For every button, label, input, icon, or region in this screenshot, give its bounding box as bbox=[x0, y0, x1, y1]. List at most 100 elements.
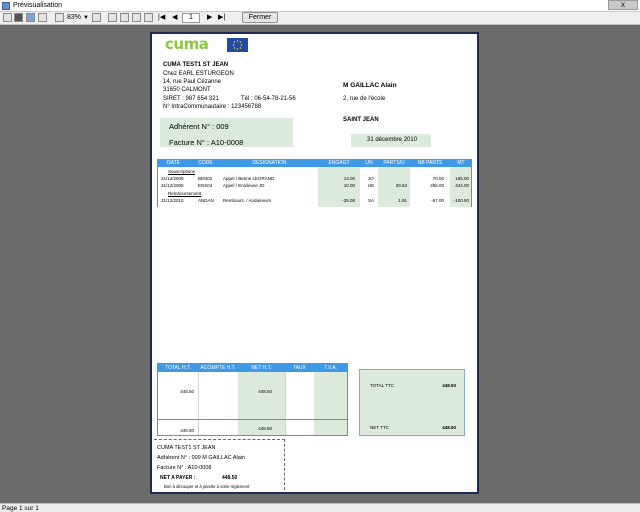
table-left-border bbox=[157, 167, 158, 207]
col-parts-u: PARTS/U bbox=[383, 160, 405, 166]
net-ht-value: 448.50 bbox=[258, 389, 272, 394]
ttc-box: TOTAL TTC 448.50 NET TTC 448.50 bbox=[359, 369, 465, 436]
row-parts-u: 1.91 bbox=[398, 198, 407, 203]
page-number-input[interactable]: 1 bbox=[182, 13, 200, 23]
member-number: Adhérent N° : 009 bbox=[169, 122, 229, 131]
lines-table-header: DATE CODE DESIGNATION ENGAGT UN PARTS/U … bbox=[157, 159, 472, 167]
binoculars-icon[interactable] bbox=[26, 13, 35, 22]
page-info: Page 1 sur 1 bbox=[2, 505, 39, 512]
cuma-logo: cuma bbox=[165, 35, 248, 53]
toolbar: 83% ▼ |◀ ◀ 1 ▶ ▶| Fermer bbox=[0, 12, 640, 25]
footer-total-ht-value: 448.50 bbox=[180, 428, 194, 433]
col-designation: DESIGNATION bbox=[252, 160, 287, 166]
issuer-city: 31650 CALMONT bbox=[163, 87, 211, 93]
issuer-siret: SIRET : 987 654 321 bbox=[163, 96, 219, 102]
row-un: HE bbox=[368, 183, 375, 188]
col-divider bbox=[198, 372, 199, 435]
four-pages-icon[interactable] bbox=[132, 13, 141, 22]
row-nb-parts: 296.00 bbox=[430, 183, 444, 188]
invoice-number: Facture N° : A10-0008 bbox=[169, 138, 244, 147]
prev-page-button[interactable]: ◀ bbox=[172, 13, 177, 23]
issuer-name: CUMA TEST1 ST JEAN bbox=[163, 62, 229, 68]
row-designation: Rembours. / Andaineurs bbox=[223, 198, 272, 203]
col-engagt: ENGAGT bbox=[328, 160, 350, 166]
col-taux: TAUX bbox=[293, 365, 306, 371]
totals-table: TOTAL H.T. ACOMPTE H.T. NET H.T. TAUX T.… bbox=[157, 363, 348, 436]
row-engagt: -35.08 bbox=[342, 198, 355, 203]
window-close-button[interactable]: x bbox=[608, 0, 638, 10]
edit-icon[interactable] bbox=[144, 13, 153, 22]
coupon-net-value: 448.50 bbox=[222, 475, 238, 481]
single-page-icon[interactable] bbox=[108, 13, 117, 22]
title-bar: Prévisualisation x bbox=[0, 0, 640, 12]
status-bar: Page 1 sur 1 bbox=[0, 503, 640, 512]
col-acompte-ht: ACOMPTE H.T. bbox=[200, 365, 236, 371]
date-box: 31 décembre 2010 bbox=[351, 134, 431, 147]
total-ht-value: 448.50 bbox=[180, 389, 194, 394]
issuer-care-of: Chez EARL ESTURGEON bbox=[163, 71, 234, 77]
invoice-page: cuma CUMA TEST1 ST JEAN Chez EARL ESTURG… bbox=[150, 32, 479, 494]
totals-footer-divider bbox=[158, 419, 347, 420]
issuer-vat: N° IntraCommunautaire : 123456788 bbox=[163, 104, 262, 110]
recipient-name: M GAILLAC Alain bbox=[343, 82, 397, 89]
totals-header: TOTAL H.T. ACOMPTE H.T. NET H.T. TAUX T.… bbox=[158, 364, 347, 372]
eu-flag-icon bbox=[227, 38, 248, 52]
total-ttc-label: TOTAL TTC bbox=[370, 383, 394, 388]
coupon-note: Bon à découper et à joindre à votre règl… bbox=[164, 484, 250, 489]
row-code: BEN02 bbox=[198, 176, 213, 181]
row-un: JO bbox=[368, 176, 374, 181]
two-pages-icon[interactable] bbox=[120, 13, 129, 22]
logo-text: cuma bbox=[165, 35, 209, 53]
recipient-street: 2, rue de l'école bbox=[343, 96, 386, 102]
net-ttc-label: NET TTC bbox=[370, 425, 389, 430]
col-date: DATE bbox=[167, 160, 180, 166]
issuer-street: 14, rue Paul Cézanne bbox=[163, 79, 222, 85]
row-code: ENS04 bbox=[198, 183, 213, 188]
first-page-button[interactable]: |◀ bbox=[158, 13, 165, 23]
row-engagt: 14.00 bbox=[343, 176, 355, 181]
row-date: 31/12/2010 bbox=[161, 198, 184, 203]
col-total-ht: TOTAL H.T. bbox=[165, 365, 191, 371]
window-title: Prévisualisation bbox=[13, 2, 63, 9]
row-designation: Appel / Ensileuse JD bbox=[223, 183, 265, 188]
row-un: SA bbox=[368, 198, 375, 203]
row-mt: 105.00 bbox=[455, 176, 469, 181]
coupon-member: Adhérent N° : 009 M GAILLAC Alain bbox=[157, 455, 246, 461]
print-icon[interactable] bbox=[3, 13, 12, 22]
tva-column-shade bbox=[314, 372, 347, 435]
next-page-button[interactable]: ▶ bbox=[207, 13, 212, 23]
net-ttc-value: 448.50 bbox=[442, 425, 456, 430]
member-box: Adhérent N° : 009 Facture N° : A10-0008 bbox=[160, 118, 293, 147]
open-icon[interactable] bbox=[38, 13, 47, 22]
footer-net-ht-value: 448.50 bbox=[258, 426, 272, 431]
issuer-phone: Tél : 06-54-78-21-56 bbox=[241, 96, 296, 102]
app-icon bbox=[2, 2, 10, 10]
last-page-button[interactable]: ▶| bbox=[218, 13, 225, 23]
col-divider bbox=[285, 372, 286, 435]
zoom-in-icon[interactable] bbox=[55, 13, 64, 22]
section-title: Souscriptions bbox=[168, 169, 196, 174]
row-engagt: 10.00 bbox=[343, 183, 355, 188]
col-mt: MT bbox=[457, 160, 465, 166]
table-right-border bbox=[471, 167, 472, 207]
row-nb-parts: -67.00 bbox=[431, 198, 444, 203]
coupon-net-label: NET A PAYER : bbox=[160, 475, 196, 481]
close-button[interactable]: Fermer bbox=[242, 12, 278, 23]
row-mt: 444.00 bbox=[455, 183, 469, 188]
col-code: CODE bbox=[198, 160, 213, 166]
payment-coupon: CUMA TEST1 ST JEAN Adhérent N° : 009 M G… bbox=[154, 439, 285, 490]
section-title: Remboursement bbox=[168, 191, 202, 196]
invoice-date: 31 décembre 2010 bbox=[367, 137, 418, 143]
col-net-ht: NET H.T. bbox=[251, 365, 272, 371]
row-nb-parts: 70.00 bbox=[432, 176, 444, 181]
coupon-invoice: Facture N° : A10-0008 bbox=[157, 465, 212, 471]
zoom-out-icon[interactable] bbox=[92, 13, 101, 22]
col-un: UN bbox=[365, 160, 373, 166]
row-code: ANDAN bbox=[198, 198, 214, 203]
coupon-issuer: CUMA TEST1 ST JEAN bbox=[157, 445, 216, 451]
save-icon[interactable] bbox=[14, 13, 23, 22]
chevron-down-icon[interactable]: ▼ bbox=[83, 13, 89, 23]
recipient-city: SAINT JEAN bbox=[343, 117, 379, 123]
zoom-level[interactable]: 83% bbox=[67, 13, 81, 23]
row-date: 31/12/2009 bbox=[161, 176, 184, 181]
